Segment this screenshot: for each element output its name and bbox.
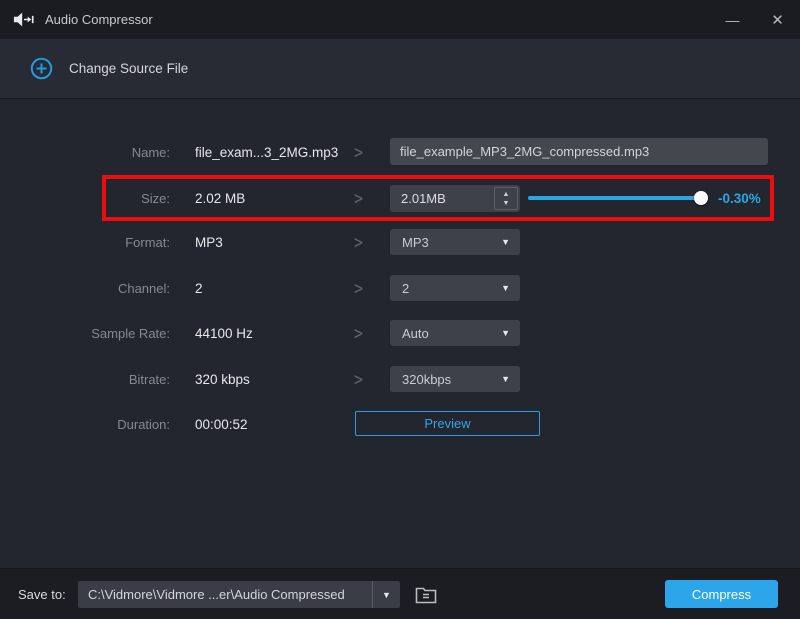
dropdown-caret-icon: ▼ [501, 328, 520, 338]
format-label: Format: [0, 219, 170, 265]
settings-panel: Name: file_exam...3_2MG.mp3 > Size: 2.02… [0, 100, 800, 568]
name-input[interactable] [390, 138, 768, 165]
speaker-compress-icon [13, 11, 35, 28]
sample-rate-row: Sample Rate: 44100 Hz > Auto ▼ [0, 310, 800, 356]
size-label: Size: [0, 175, 170, 221]
save-to-label: Save to: [18, 569, 66, 619]
save-path-field[interactable]: C:\Vidmore\Vidmore ...er\Audio Compresse… [78, 581, 400, 608]
save-path-value[interactable]: C:\Vidmore\Vidmore ...er\Audio Compresse… [78, 587, 372, 602]
sample-rate-label: Sample Rate: [0, 310, 170, 356]
minimize-button[interactable]: — [710, 0, 755, 39]
size-slider-track[interactable] [528, 196, 708, 200]
format-dropdown[interactable]: MP3 ▼ [390, 229, 520, 255]
bitrate-row: Bitrate: 320 kbps > 320kbps ▼ [0, 356, 800, 402]
size-reduction-percent: -0.30% [718, 175, 761, 221]
size-spinner: ▲ ▼ [390, 185, 520, 212]
window-title: Audio Compressor [45, 12, 153, 27]
spin-up-icon[interactable]: ▲ [503, 190, 510, 199]
sample-rate-dropdown[interactable]: Auto ▼ [390, 320, 520, 346]
size-input[interactable] [390, 185, 486, 212]
sample-rate-source-value: 44100 Hz [195, 310, 253, 356]
duration-value: 00:00:52 [195, 401, 248, 447]
bitrate-selected: 320kbps [390, 372, 451, 387]
window-controls: — ✕ [710, 0, 800, 39]
name-row: Name: file_exam...3_2MG.mp3 > [0, 129, 800, 175]
audio-compressor-window: Audio Compressor — ✕ Change Source File … [0, 0, 800, 619]
change-source-file-label: Change Source File [69, 61, 188, 76]
size-slider-thumb[interactable] [694, 191, 708, 205]
duration-label: Duration: [0, 401, 170, 447]
format-selected: MP3 [390, 235, 429, 250]
format-source-value: MP3 [195, 219, 223, 265]
chevron-right-icon: > [354, 350, 363, 408]
spin-down-icon[interactable]: ▼ [503, 199, 510, 208]
name-source-value: file_exam...3_2MG.mp3 [195, 129, 338, 175]
dropdown-caret-icon: ▼ [501, 374, 520, 384]
dropdown-caret-icon: ▼ [501, 237, 520, 247]
size-spin-buttons[interactable]: ▲ ▼ [494, 187, 518, 210]
close-button[interactable]: ✕ [755, 0, 800, 39]
change-source-file-button[interactable]: Change Source File [30, 57, 188, 80]
bitrate-dropdown[interactable]: 320kbps ▼ [390, 366, 520, 392]
channel-selected: 2 [390, 281, 409, 296]
format-row: Format: MP3 > MP3 ▼ [0, 219, 800, 265]
channel-label: Channel: [0, 265, 170, 311]
preview-button[interactable]: Preview [355, 411, 540, 436]
browse-folder-button[interactable] [410, 580, 442, 609]
size-source-value: 2.02 MB [195, 175, 245, 221]
dropdown-caret-icon: ▼ [501, 283, 520, 293]
size-row: Size: 2.02 MB > ▲ ▼ -0.30% [0, 175, 800, 221]
bitrate-source-value: 320 kbps [195, 356, 250, 402]
name-label: Name: [0, 129, 170, 175]
plus-circle-icon [30, 57, 53, 80]
sample-rate-selected: Auto [390, 326, 429, 341]
channel-source-value: 2 [195, 265, 203, 311]
channel-row: Channel: 2 > 2 ▼ [0, 265, 800, 311]
source-header: Change Source File [0, 39, 800, 99]
bitrate-label: Bitrate: [0, 356, 170, 402]
duration-row: Duration: 00:00:52 Preview [0, 401, 800, 447]
save-path-dropdown-button[interactable]: ▼ [373, 581, 400, 608]
folder-icon [414, 585, 438, 605]
compress-button[interactable]: Compress [665, 580, 778, 608]
channel-dropdown[interactable]: 2 ▼ [390, 275, 520, 301]
footer-bar: Save to: C:\Vidmore\Vidmore ...er\Audio … [0, 568, 800, 619]
titlebar: Audio Compressor — ✕ [0, 0, 800, 39]
size-slider[interactable] [528, 175, 708, 221]
